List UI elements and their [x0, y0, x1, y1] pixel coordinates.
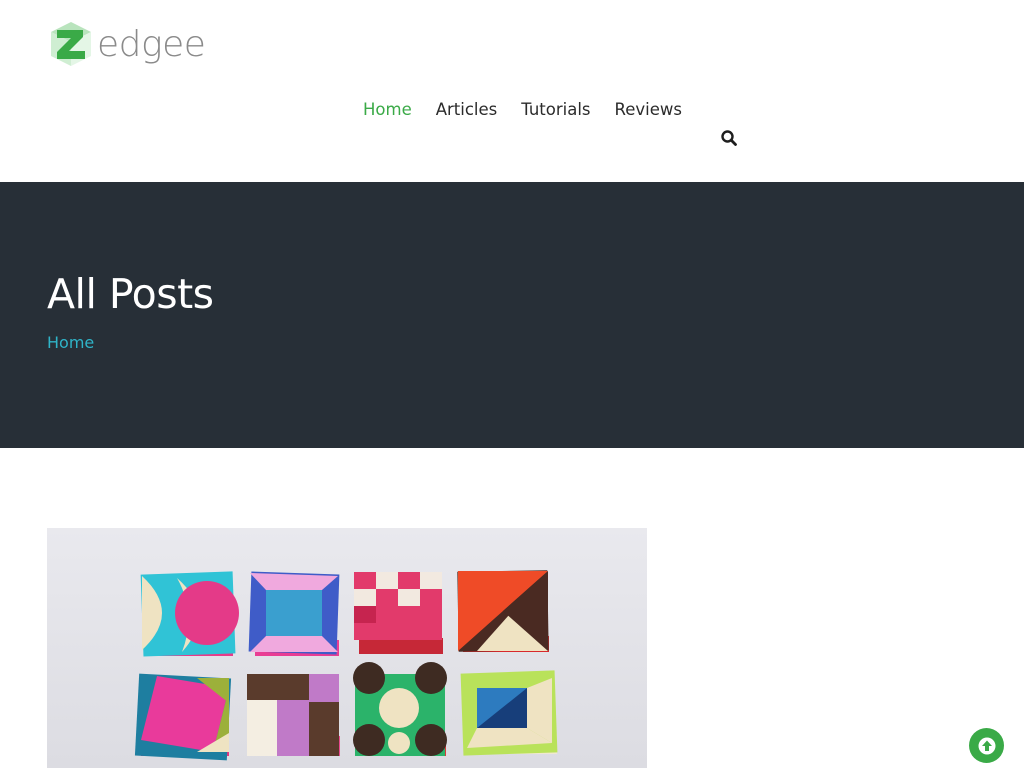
- nav-item-articles[interactable]: Articles: [424, 100, 510, 119]
- search-icon: [721, 130, 737, 146]
- nav-item-reviews[interactable]: Reviews: [603, 100, 694, 119]
- logo-text: edgee: [97, 23, 206, 65]
- nav-item-home[interactable]: Home: [351, 100, 424, 119]
- post-card[interactable]: [47, 528, 647, 768]
- page-title: All Posts: [47, 270, 214, 318]
- page-hero: All Posts Home: [0, 182, 1024, 448]
- main-navigation: Home Articles Tutorials Reviews: [351, 100, 694, 119]
- site-logo[interactable]: edgee: [47, 20, 206, 68]
- thank-you-cards-photo[interactable]: [47, 528, 647, 768]
- nav-item-tutorials[interactable]: Tutorials: [509, 100, 602, 119]
- site-header: edgee Home Articles Tutorials Reviews: [0, 0, 1024, 182]
- back-to-top-button[interactable]: [969, 728, 1004, 763]
- logo-mark-icon: [51, 22, 91, 66]
- breadcrumb-home[interactable]: Home: [47, 333, 94, 352]
- arrow-up-icon: [978, 737, 995, 754]
- search-button[interactable]: [720, 129, 738, 147]
